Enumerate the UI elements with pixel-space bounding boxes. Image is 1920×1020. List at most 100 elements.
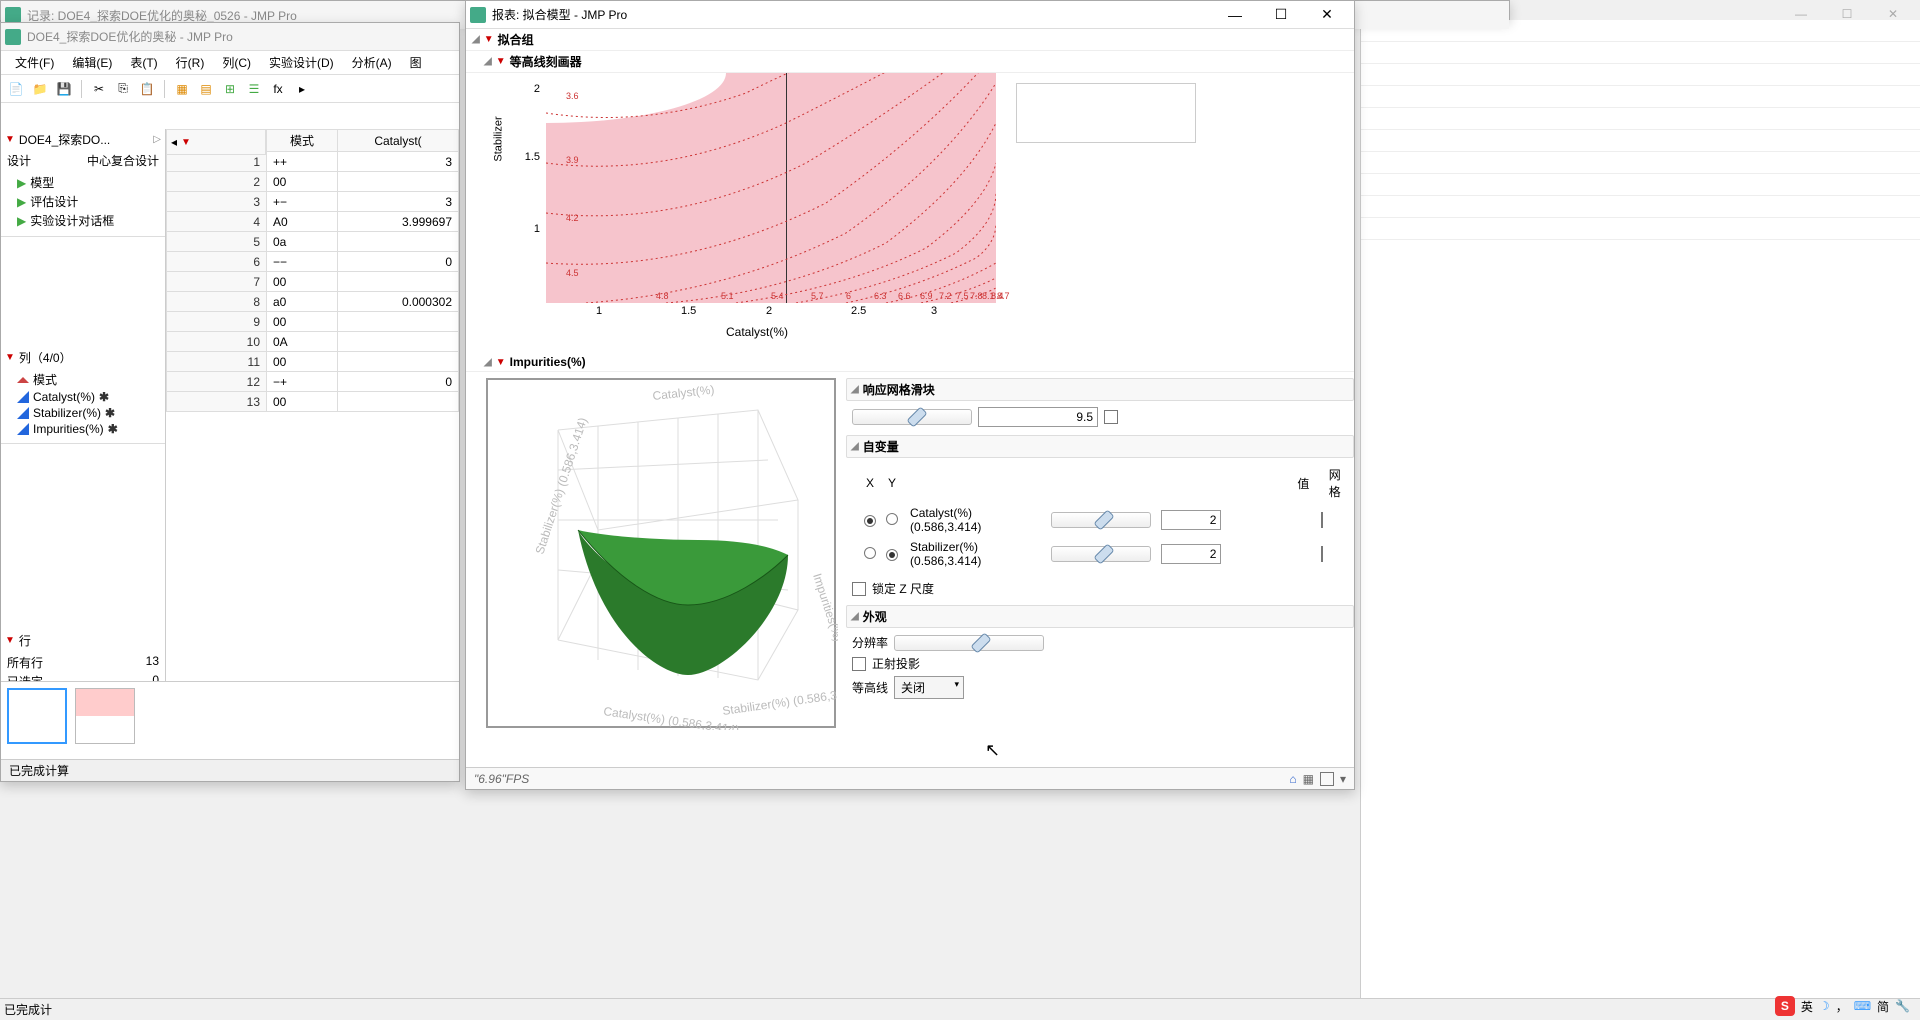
ime-tool-icon[interactable]: 🔧 <box>1895 999 1910 1013</box>
left-panel: ▼ DOE4_探索DO... ▷ 设计 中心复合设计 ▶模型 ▶评估设计 ▶实验… <box>1 129 166 751</box>
tb-cut[interactable]: ✂ <box>88 78 110 100</box>
maximize-button[interactable]: ☐ <box>1258 1 1304 29</box>
grid-check[interactable] <box>1321 512 1323 528</box>
response-value[interactable] <box>978 407 1098 427</box>
tb-grid4[interactable]: ☰ <box>243 78 265 100</box>
ime-keyboard-icon[interactable]: ⌨ <box>1854 999 1871 1013</box>
data-grid[interactable]: ◂▼ 模式 Catalyst( 1++32003+−34A03.99969750… <box>166 129 459 751</box>
tb-next[interactable]: ▸ <box>291 78 313 100</box>
x-radio[interactable] <box>864 547 876 559</box>
svg-text:Catalyst(%): Catalyst(%) <box>652 383 715 403</box>
dropdown-icon[interactable]: ▾ <box>1340 772 1346 786</box>
tb-save[interactable]: 💾 <box>53 78 75 100</box>
disclosure-icon[interactable]: ◢ <box>484 56 492 67</box>
menu-analyze[interactable]: 分析(A) <box>344 52 400 73</box>
var-value[interactable] <box>1161 544 1221 564</box>
response-slider[interactable] <box>852 409 972 425</box>
tb-grid1[interactable]: ▦ <box>171 78 193 100</box>
shell-close[interactable]: ✕ <box>1870 0 1916 28</box>
hotspot-icon[interactable]: ▼ <box>484 34 494 45</box>
app-icon <box>5 7 21 23</box>
datatable-window[interactable]: DOE4_探索DOE优化的奥秘 - JMP Pro 文件(F) 编辑(E) 表(… <box>0 22 460 782</box>
tb-copy[interactable]: ⎘ <box>112 78 134 100</box>
contour-plot[interactable]: Stabilizer 21.51 3.63.94.24.54.85.15.45.… <box>486 73 1354 353</box>
resolution-slider[interactable] <box>894 635 1044 651</box>
ortho-check[interactable] <box>852 657 866 671</box>
script-item-dialog[interactable]: ▶实验设计对话框 <box>17 211 161 230</box>
menu-cols[interactable]: 列(C) <box>214 52 259 73</box>
thumbnail-2[interactable] <box>75 688 135 744</box>
ime-lang[interactable]: 英 <box>1801 998 1813 1015</box>
fps-text: "6.96"FPS <box>474 772 529 786</box>
svg-text:Catalyst(%) (0.586,3.414): Catalyst(%) (0.586,3.414) <box>603 704 740 730</box>
column-item[interactable]: Stabilizer(%)✱ <box>17 405 161 421</box>
background-sheet <box>1360 20 1920 1000</box>
disclosure-icon[interactable]: ▼ <box>5 635 15 646</box>
impurities-title: Impurities(%) <box>510 355 586 369</box>
menu-rows[interactable]: 行(R) <box>168 52 213 73</box>
hotspot-icon[interactable]: ▼ <box>496 56 506 67</box>
thumbnail-strip <box>1 681 459 751</box>
hotspot-icon[interactable]: ▼ <box>496 357 506 368</box>
close-button[interactable]: ✕ <box>1304 1 1350 29</box>
var-slider[interactable] <box>1051 512 1151 528</box>
report-window[interactable]: 报表: 拟合模型 - JMP Pro — ☐ ✕ ◢ ▼ 拟合组 ◢ ▼ 等高线… <box>465 0 1355 790</box>
col-header-catalyst[interactable]: Catalyst( <box>338 130 459 152</box>
contour-surface[interactable]: 3.63.94.24.54.85.15.45.766.36.66.97.27.5… <box>546 73 996 303</box>
disclosure-icon[interactable]: ◢ <box>472 34 480 45</box>
x-radio[interactable] <box>864 515 876 527</box>
column-item[interactable]: Catalyst(%)✱ <box>17 389 161 405</box>
disclosure-icon[interactable]: ◢ <box>484 357 492 368</box>
status-text: 已完成计算 <box>9 762 69 779</box>
play-icon[interactable]: ▷ <box>153 134 161 145</box>
minimize-button[interactable]: — <box>1212 1 1258 29</box>
menu-table[interactable]: 表(T) <box>122 52 165 73</box>
disclosure-icon[interactable]: ▼ <box>5 134 15 145</box>
crosshair[interactable] <box>786 73 787 303</box>
ime-bar: S 英 ☽ ， ⌨ 简 🔧 <box>1765 992 1920 1020</box>
shell-minimize[interactable]: — <box>1778 0 1824 28</box>
menu-edit[interactable]: 编辑(E) <box>64 52 120 73</box>
grid-check[interactable] <box>1321 546 1323 562</box>
response-check[interactable] <box>1104 410 1118 424</box>
menu-graph[interactable]: 图 <box>402 52 430 73</box>
tb-open[interactable]: 📁 <box>29 78 51 100</box>
script-item-model[interactable]: ▶模型 <box>17 173 161 192</box>
shell-maximize[interactable]: ☐ <box>1824 0 1870 28</box>
var-slider[interactable] <box>1051 546 1151 562</box>
ime-punct[interactable]: ， <box>1836 998 1848 1015</box>
disclosure-icon[interactable]: ▼ <box>5 352 15 363</box>
status-check[interactable] <box>1320 772 1334 786</box>
contour-legend[interactable] <box>1016 83 1196 143</box>
app-icon <box>5 29 21 45</box>
tb-grid2[interactable]: ▤ <box>195 78 217 100</box>
thumbnail-1[interactable] <box>7 688 67 744</box>
ime-moon-icon[interactable]: ☽ <box>1819 999 1830 1013</box>
column-item[interactable]: 模式 <box>17 370 161 389</box>
y-radio[interactable] <box>886 513 898 525</box>
tb-fx[interactable]: fx <box>267 78 289 100</box>
table-name: DOE4_探索DO... <box>19 131 153 148</box>
column-item[interactable]: Impurities(%)✱ <box>17 421 161 437</box>
lockz-check[interactable] <box>852 582 866 596</box>
resp-slider-title: 响应网格滑块 <box>863 381 935 398</box>
ime-mode[interactable]: 简 <box>1877 998 1889 1015</box>
y-radio[interactable] <box>886 549 898 561</box>
surface-plot-3d[interactable]: Catalyst(%) Stabilizer(%) (0.586,3.414) … <box>486 378 836 728</box>
lockz-label: 锁定 Z 尺度 <box>872 580 934 597</box>
menubar[interactable]: 文件(F) 编辑(E) 表(T) 行(R) 列(C) 实验设计(D) 分析(A)… <box>1 51 459 75</box>
contour-combo[interactable]: 关闭 <box>894 676 964 699</box>
tb-grid3[interactable]: ⊞ <box>219 78 241 100</box>
var-value[interactable] <box>1161 510 1221 530</box>
layout-icon[interactable]: ▦ <box>1303 772 1314 786</box>
script-item-eval[interactable]: ▶评估设计 <box>17 192 161 211</box>
home-icon[interactable]: ⌂ <box>1289 772 1296 786</box>
tb-paste[interactable]: 📋 <box>136 78 158 100</box>
col-header-mode[interactable]: 模式 <box>267 130 338 152</box>
menu-doe[interactable]: 实验设计(D) <box>261 52 342 73</box>
toolbar[interactable]: 📄 📁 💾 ✂ ⎘ 📋 ▦ ▤ ⊞ ☰ fx ▸ <box>1 75 459 103</box>
tb-new[interactable]: 📄 <box>5 78 27 100</box>
menu-file[interactable]: 文件(F) <box>7 52 62 73</box>
contour-title: 等高线刻画器 <box>510 53 582 70</box>
sogou-ime-icon[interactable]: S <box>1775 996 1795 1016</box>
